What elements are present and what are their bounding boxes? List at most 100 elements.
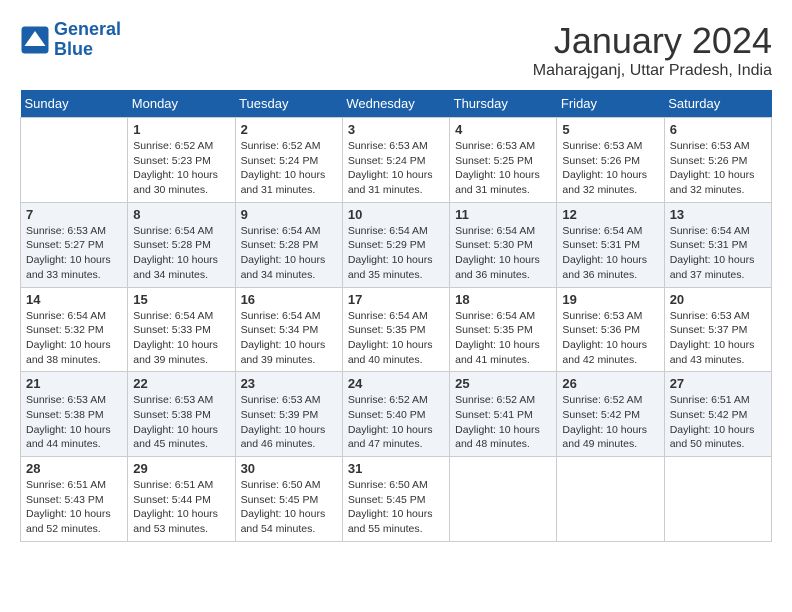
day-number: 16 <box>241 292 337 307</box>
day-info: Sunrise: 6:54 AMSunset: 5:34 PMDaylight:… <box>241 309 337 368</box>
calendar-cell: 2 Sunrise: 6:52 AMSunset: 5:24 PMDaylight… <box>235 118 342 203</box>
calendar-cell <box>664 457 771 542</box>
calendar-cell: 29 Sunrise: 6:51 AMSunset: 5:44 PMDayligh… <box>128 457 235 542</box>
calendar-cell <box>557 457 664 542</box>
logo-icon <box>20 25 50 55</box>
day-header-thursday: Thursday <box>450 90 557 118</box>
day-number: 10 <box>348 207 444 222</box>
day-info: Sunrise: 6:51 AMSunset: 5:43 PMDaylight:… <box>26 478 122 537</box>
day-info: Sunrise: 6:50 AMSunset: 5:45 PMDaylight:… <box>241 478 337 537</box>
day-number: 29 <box>133 461 229 476</box>
calendar-cell: 7 Sunrise: 6:53 AMSunset: 5:27 PMDaylight… <box>21 202 128 287</box>
title-block: January 2024 Maharajganj, Uttar Pradesh,… <box>533 20 772 80</box>
calendar-cell: 6 Sunrise: 6:53 AMSunset: 5:26 PMDaylight… <box>664 118 771 203</box>
day-info: Sunrise: 6:54 AMSunset: 5:29 PMDaylight:… <box>348 224 444 283</box>
day-info: Sunrise: 6:54 AMSunset: 5:35 PMDaylight:… <box>348 309 444 368</box>
week-row-4: 21 Sunrise: 6:53 AMSunset: 5:38 PMDayligh… <box>21 372 772 457</box>
calendar-cell: 28Sunrise: 6:51 AMSunset: 5:43 PMDayligh… <box>21 457 128 542</box>
logo-text: General Blue <box>54 20 121 60</box>
location: Maharajganj, Uttar Pradesh, India <box>533 62 772 80</box>
day-info: Sunrise: 6:54 AMSunset: 5:33 PMDaylight:… <box>133 309 229 368</box>
day-info: Sunrise: 6:52 AMSunset: 5:24 PMDaylight:… <box>241 139 337 198</box>
day-info: Sunrise: 6:53 AMSunset: 5:26 PMDaylight:… <box>670 139 766 198</box>
calendar-cell: 20Sunrise: 6:53 AMSunset: 5:37 PMDayligh… <box>664 287 771 372</box>
day-number: 23 <box>241 376 337 391</box>
day-info: Sunrise: 6:53 AMSunset: 5:26 PMDaylight:… <box>562 139 658 198</box>
day-header-monday: Monday <box>128 90 235 118</box>
calendar-cell: 11 Sunrise: 6:54 AMSunset: 5:30 PMDayligh… <box>450 202 557 287</box>
logo-line1: General <box>54 19 121 39</box>
day-number: 19 <box>562 292 658 307</box>
logo: General Blue <box>20 20 121 60</box>
calendar-cell: 18 Sunrise: 6:54 AMSunset: 5:35 PMDayligh… <box>450 287 557 372</box>
day-number: 17 <box>348 292 444 307</box>
calendar-cell: 3 Sunrise: 6:53 AMSunset: 5:24 PMDaylight… <box>342 118 449 203</box>
calendar-cell: 5 Sunrise: 6:53 AMSunset: 5:26 PMDaylight… <box>557 118 664 203</box>
calendar-cell: 17 Sunrise: 6:54 AMSunset: 5:35 PMDayligh… <box>342 287 449 372</box>
page-header: General Blue January 2024 Maharajganj, U… <box>20 20 772 80</box>
calendar-cell <box>21 118 128 203</box>
day-info: Sunrise: 6:52 AMSunset: 5:41 PMDaylight:… <box>455 393 551 452</box>
day-number: 25 <box>455 376 551 391</box>
day-info: Sunrise: 6:53 AMSunset: 5:39 PMDaylight:… <box>241 393 337 452</box>
day-info: Sunrise: 6:53 AMSunset: 5:38 PMDaylight:… <box>26 393 122 452</box>
calendar-cell: 25 Sunrise: 6:52 AMSunset: 5:41 PMDayligh… <box>450 372 557 457</box>
calendar-cell: 16 Sunrise: 6:54 AMSunset: 5:34 PMDayligh… <box>235 287 342 372</box>
day-number: 8 <box>133 207 229 222</box>
day-info: Sunrise: 6:54 AMSunset: 5:30 PMDaylight:… <box>455 224 551 283</box>
day-number: 12 <box>562 207 658 222</box>
day-number: 30 <box>241 461 337 476</box>
calendar-cell: 14 Sunrise: 6:54 AMSunset: 5:32 PMDayligh… <box>21 287 128 372</box>
day-info: Sunrise: 6:53 AMSunset: 5:24 PMDaylight:… <box>348 139 444 198</box>
day-info: Sunrise: 6:54 AMSunset: 5:35 PMDaylight:… <box>455 309 551 368</box>
calendar-cell: 8 Sunrise: 6:54 AMSunset: 5:28 PMDaylight… <box>128 202 235 287</box>
week-row-5: 28Sunrise: 6:51 AMSunset: 5:43 PMDayligh… <box>21 457 772 542</box>
day-number: 6 <box>670 122 766 137</box>
day-info: Sunrise: 6:53 AMSunset: 5:27 PMDaylight:… <box>26 224 122 283</box>
day-number: 27 <box>670 376 766 391</box>
day-number: 18 <box>455 292 551 307</box>
day-number: 20 <box>670 292 766 307</box>
logo-line2: Blue <box>54 39 93 59</box>
day-number: 2 <box>241 122 337 137</box>
day-number: 14 <box>26 292 122 307</box>
day-info: Sunrise: 6:50 AMSunset: 5:45 PMDaylight:… <box>348 478 444 537</box>
day-info: Sunrise: 6:52 AMSunset: 5:40 PMDaylight:… <box>348 393 444 452</box>
day-number: 11 <box>455 207 551 222</box>
day-info: Sunrise: 6:54 AMSunset: 5:31 PMDaylight:… <box>670 224 766 283</box>
day-header-sunday: Sunday <box>21 90 128 118</box>
day-info: Sunrise: 6:51 AMSunset: 5:42 PMDaylight:… <box>670 393 766 452</box>
day-info: Sunrise: 6:52 AMSunset: 5:42 PMDaylight:… <box>562 393 658 452</box>
day-info: Sunrise: 6:51 AMSunset: 5:44 PMDaylight:… <box>133 478 229 537</box>
day-number: 3 <box>348 122 444 137</box>
day-number: 26 <box>562 376 658 391</box>
day-number: 7 <box>26 207 122 222</box>
calendar-cell: 30 Sunrise: 6:50 AMSunset: 5:45 PMDayligh… <box>235 457 342 542</box>
calendar-cell: 31Sunrise: 6:50 AMSunset: 5:45 PMDayligh… <box>342 457 449 542</box>
day-number: 21 <box>26 376 122 391</box>
calendar-table: SundayMondayTuesdayWednesdayThursdayFrid… <box>20 90 772 542</box>
day-number: 5 <box>562 122 658 137</box>
calendar-cell: 10 Sunrise: 6:54 AMSunset: 5:29 PMDayligh… <box>342 202 449 287</box>
day-number: 22 <box>133 376 229 391</box>
calendar-cell: 22 Sunrise: 6:53 AMSunset: 5:38 PMDayligh… <box>128 372 235 457</box>
day-info: Sunrise: 6:53 AMSunset: 5:38 PMDaylight:… <box>133 393 229 452</box>
day-info: Sunrise: 6:54 AMSunset: 5:32 PMDaylight:… <box>26 309 122 368</box>
calendar-cell: 21 Sunrise: 6:53 AMSunset: 5:38 PMDayligh… <box>21 372 128 457</box>
calendar-cell: 4Sunrise: 6:53 AMSunset: 5:25 PMDaylight… <box>450 118 557 203</box>
day-number: 13 <box>670 207 766 222</box>
day-info: Sunrise: 6:52 AMSunset: 5:23 PMDaylight:… <box>133 139 229 198</box>
calendar-cell: 23 Sunrise: 6:53 AMSunset: 5:39 PMDayligh… <box>235 372 342 457</box>
calendar-cell: 27 Sunrise: 6:51 AMSunset: 5:42 PMDayligh… <box>664 372 771 457</box>
day-header-tuesday: Tuesday <box>235 90 342 118</box>
month-title: January 2024 <box>533 20 772 62</box>
calendar-cell: 1 Sunrise: 6:52 AMSunset: 5:23 PMDaylight… <box>128 118 235 203</box>
day-info: Sunrise: 6:54 AMSunset: 5:28 PMDaylight:… <box>241 224 337 283</box>
calendar-cell: 26 Sunrise: 6:52 AMSunset: 5:42 PMDayligh… <box>557 372 664 457</box>
day-info: Sunrise: 6:53 AMSunset: 5:25 PMDaylight:… <box>455 139 551 198</box>
week-row-2: 7 Sunrise: 6:53 AMSunset: 5:27 PMDaylight… <box>21 202 772 287</box>
day-number: 1 <box>133 122 229 137</box>
week-row-3: 14 Sunrise: 6:54 AMSunset: 5:32 PMDayligh… <box>21 287 772 372</box>
day-info: Sunrise: 6:54 AMSunset: 5:28 PMDaylight:… <box>133 224 229 283</box>
day-number: 9 <box>241 207 337 222</box>
